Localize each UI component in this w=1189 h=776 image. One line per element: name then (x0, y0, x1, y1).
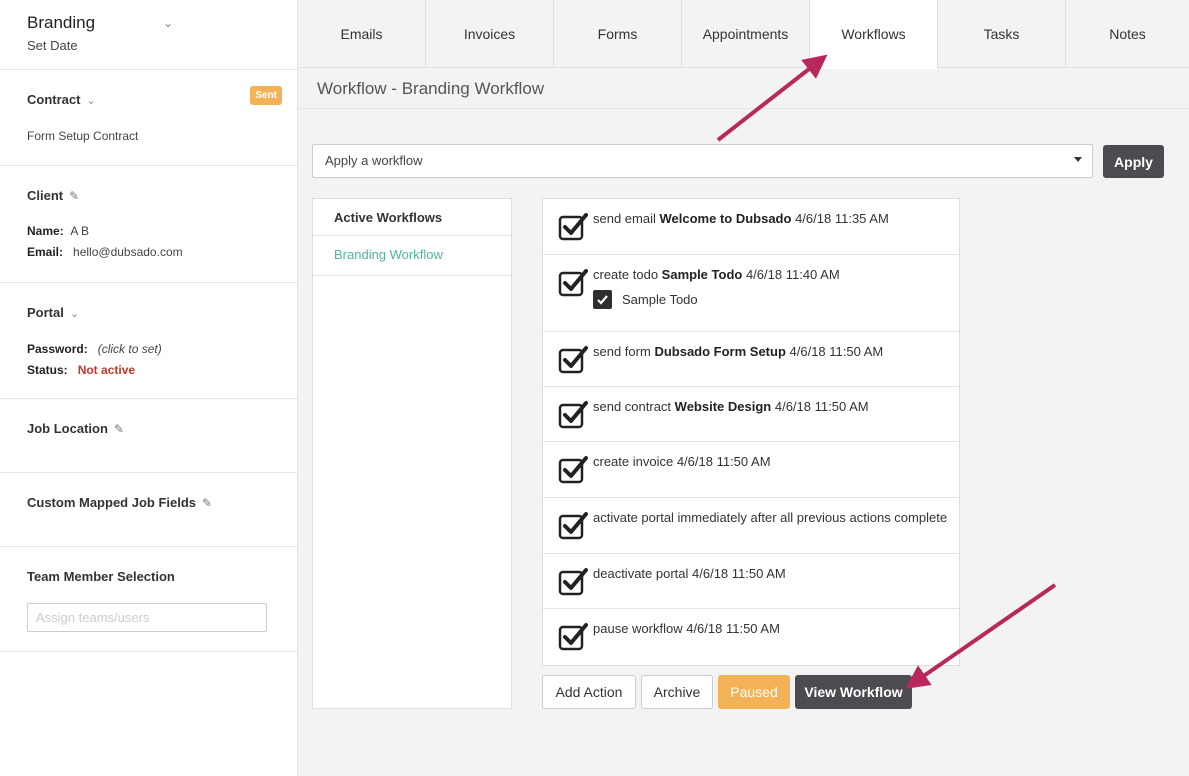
checkbox-checked-icon[interactable] (558, 267, 589, 298)
list-item: send form Dubsado Form Setup 4/6/18 11:5… (543, 332, 959, 387)
team-heading: Team Member Selection (27, 569, 175, 584)
active-workflows-header: Active Workflows (313, 199, 511, 236)
tab-invoices[interactable]: Invoices (426, 0, 554, 68)
paused-button[interactable]: Paused (718, 675, 790, 709)
client-name: A B (70, 224, 90, 238)
sidebar: Branding Set Date ⌄ Contract ⌄ Sent Form … (0, 0, 298, 776)
portal-section: Portal ⌄ Password: (click to set) Status:… (0, 283, 297, 399)
name-label: Name: (27, 224, 64, 238)
action-time: 4/6/18 11:50 AM (774, 399, 869, 414)
list-item: create invoice 4/6/18 11:50 AM (543, 442, 959, 498)
workflow-select[interactable]: Apply a workflow (312, 144, 1093, 178)
job-location-heading: Job Location (27, 421, 108, 436)
tab-bar: Emails Invoices Forms Appointments Workf… (298, 0, 1189, 69)
client-email[interactable]: hello@dubsado.com (73, 245, 183, 259)
list-item: create todo Sample Todo 4/6/18 11:40 AM … (543, 255, 959, 332)
tab-tasks[interactable]: Tasks (938, 0, 1066, 68)
contract-section: Contract ⌄ Sent Form Setup Contract (0, 70, 297, 166)
action-text: pause workflow 4/6/18 11:50 AM (593, 621, 780, 636)
pencil-icon[interactable]: ✎ (202, 496, 212, 510)
action-type: send form (593, 344, 651, 359)
contract-heading[interactable]: Contract (27, 92, 80, 107)
list-item: deactivate portal 4/6/18 11:50 AM (543, 554, 959, 609)
checkbox-checked-icon[interactable] (558, 566, 589, 597)
caret-down-icon (1074, 157, 1082, 162)
archive-button[interactable]: Archive (641, 675, 713, 709)
team-assign-input[interactable]: Assign teams/users (27, 603, 267, 632)
checkbox-checked-icon[interactable] (558, 621, 589, 652)
workflow-item[interactable]: Branding Workflow (313, 236, 511, 276)
checkbox-checked-icon[interactable] (558, 211, 589, 242)
client-email-row: Email: hello@dubsado.com (27, 245, 270, 259)
page-title: Workflow - Branding Workflow (298, 68, 1189, 109)
chevron-down-icon[interactable]: ⌄ (163, 16, 173, 30)
workflow-select-value: Apply a workflow (325, 153, 423, 168)
portal-password-row: Password: (click to set) (27, 342, 270, 356)
set-date-link[interactable]: Set Date (27, 38, 270, 53)
checkbox-checked-icon[interactable] (558, 399, 589, 430)
email-label: Email: (27, 245, 64, 259)
action-type: send contract (593, 399, 672, 414)
todo-check-icon[interactable] (593, 290, 612, 309)
list-item: send contract Website Design 4/6/18 11:5… (543, 387, 959, 442)
list-item: activate portal immediately after all pr… (543, 498, 959, 554)
checkbox-checked-icon[interactable] (558, 510, 589, 541)
todo-subitem: Sample Todo (593, 290, 949, 309)
todo-label: Sample Todo (622, 292, 698, 307)
list-item: send email Welcome to Dubsado 4/6/18 11:… (543, 199, 959, 255)
tab-notes[interactable]: Notes (1066, 0, 1189, 68)
action-text: deactivate portal 4/6/18 11:50 AM (593, 566, 786, 581)
client-heading: Client (27, 188, 64, 203)
portal-status-value: Not active (77, 363, 136, 377)
tab-forms[interactable]: Forms (554, 0, 682, 68)
job-location-section: Job Location ✎ (0, 399, 297, 473)
action-text: activate portal immediately after all pr… (593, 510, 948, 525)
tab-appointments[interactable]: Appointments (682, 0, 810, 68)
action-type: create todo (593, 267, 659, 282)
checkbox-checked-icon[interactable] (558, 454, 589, 485)
chevron-down-icon[interactable]: ⌄ (86, 95, 95, 107)
action-time: 4/6/18 11:40 AM (745, 267, 840, 282)
tab-emails[interactable]: Emails (298, 0, 426, 68)
status-label: Status: (27, 363, 68, 377)
action-target: Website Design (674, 399, 772, 414)
apply-button[interactable]: Apply (1103, 145, 1164, 178)
action-type: send email (593, 211, 656, 226)
workflow-actions-list: send email Welcome to Dubsado 4/6/18 11:… (542, 198, 960, 666)
client-section: Client ✎ Name: A B Email: hello@dubsado.c… (0, 166, 297, 283)
project-header[interactable]: Branding Set Date ⌄ (0, 0, 297, 70)
action-target: Dubsado Form Setup (654, 344, 786, 359)
team-section: Team Member Selection (0, 547, 297, 652)
action-text: create invoice 4/6/18 11:50 AM (593, 454, 771, 469)
tab-workflows[interactable]: Workflows (810, 0, 938, 69)
portal-status-row: Status: Not active (27, 363, 270, 377)
action-time: 4/6/18 11:50 AM (789, 344, 884, 359)
password-set-link[interactable]: (click to set) (98, 342, 162, 356)
pencil-icon[interactable]: ✎ (114, 422, 124, 436)
custom-fields-heading: Custom Mapped Job Fields (27, 495, 197, 510)
active-workflows-panel: Active Workflows Branding Workflow (312, 198, 512, 709)
checkbox-checked-icon[interactable] (558, 344, 589, 375)
project-title: Branding (27, 13, 96, 32)
password-label: Password: (27, 342, 88, 356)
chevron-down-icon[interactable]: ⌄ (70, 308, 79, 320)
action-target: Welcome to Dubsado (659, 211, 792, 226)
portal-heading[interactable]: Portal (27, 305, 64, 320)
custom-fields-section: Custom Mapped Job Fields ✎ (0, 473, 297, 547)
contract-name[interactable]: Form Setup Contract (27, 129, 270, 143)
action-time: 4/6/18 11:35 AM (795, 211, 889, 226)
list-item: pause workflow 4/6/18 11:50 AM (543, 609, 959, 665)
add-action-button[interactable]: Add Action (542, 675, 636, 709)
status-badge: Sent (250, 86, 282, 105)
client-name-row: Name: A B (27, 224, 270, 238)
view-workflow-button[interactable]: View Workflow (795, 675, 912, 709)
pencil-icon[interactable]: ✎ (69, 189, 79, 203)
action-target: Sample Todo (661, 267, 743, 282)
